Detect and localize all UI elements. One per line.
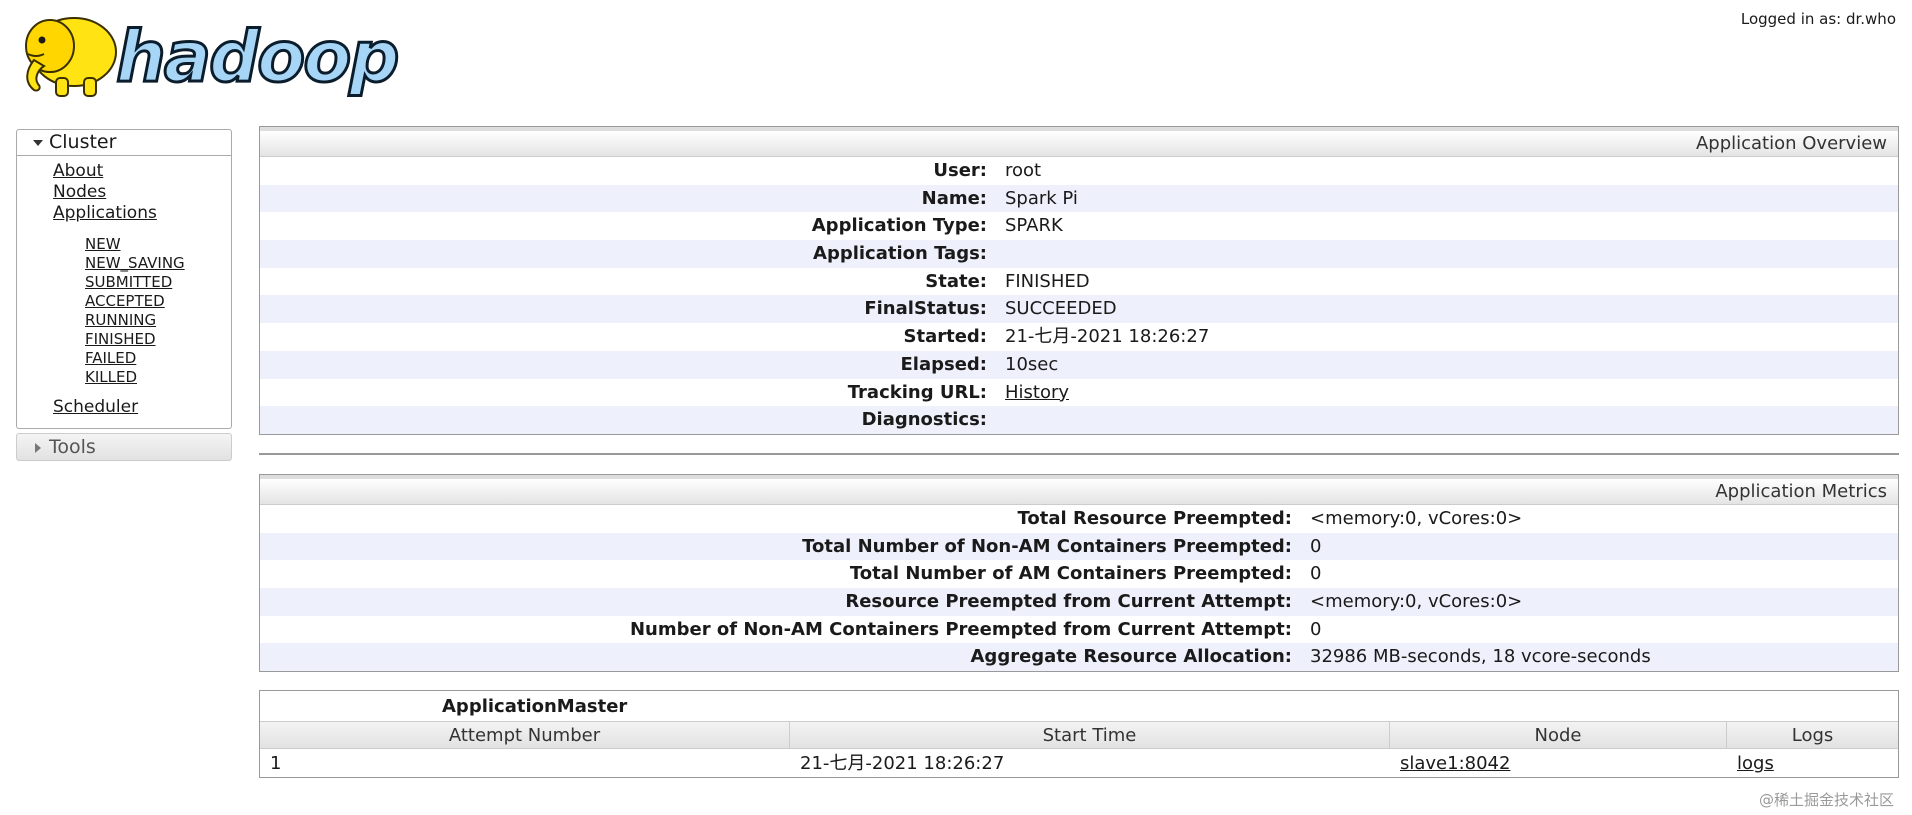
info-row: Name: Spark Pi (260, 184, 1898, 213)
sidebar-link-about[interactable]: About (53, 161, 231, 182)
logs-link[interactable]: logs (1737, 753, 1774, 774)
metric-key: Total Number of AM Containers Preempted: (849, 563, 1292, 585)
info-key: User: (933, 160, 987, 181)
application-overview-title: Application Overview (260, 127, 1898, 157)
state-link-killed[interactable]: KILLED (85, 368, 231, 387)
col-logs[interactable]: Logs (1727, 722, 1898, 748)
info-key: Started: (903, 326, 988, 348)
info-key: Elapsed: (900, 353, 987, 375)
logo-wordmark: hadoop (114, 15, 400, 100)
tools-section[interactable]: Tools (16, 433, 232, 461)
info-value: History (1005, 379, 1069, 407)
overview-rows: User: root Name: Spark Pi Application Type… (260, 157, 1898, 434)
col-attempt-number[interactable]: Attempt Number (260, 722, 790, 748)
application-overview-panel: Application Overview User: root Name: Spar… (259, 126, 1899, 435)
node-link[interactable]: slave1:8042 (1400, 753, 1510, 774)
info-value: 21-七月-2021 18:26:27 (1005, 326, 1210, 348)
elephant-icon (25, 17, 117, 97)
state-link-new[interactable]: NEW (85, 235, 231, 254)
info-key: Application Type: (811, 215, 987, 237)
col-node[interactable]: Node (1390, 722, 1727, 748)
metric-row: Number of Non-AM Containers Preempted fr… (260, 616, 1898, 644)
sidebar-link-nodes[interactable]: Nodes (53, 182, 231, 203)
application-master-caption: ApplicationMaster (442, 696, 628, 717)
tools-label: Tools (49, 436, 96, 458)
metric-value: 0 (1310, 535, 1322, 557)
chevron-down-icon (33, 140, 43, 146)
cell-node: slave1:8042 (1390, 749, 1727, 777)
metric-row: Total Resource Preempted: <memory:0, vCor… (260, 505, 1898, 533)
watermark: @稀土掘金技术社区 (1754, 788, 1898, 811)
sidebar-link-scheduler[interactable]: Scheduler (53, 397, 231, 418)
sidebar: Cluster About Nodes Applications NEW NEW… (16, 129, 232, 461)
tracking-url-history-link[interactable]: History (1005, 382, 1069, 403)
info-key: Diagnostics: (861, 409, 987, 431)
metric-row: Resource Preempted from Current Attempt:… (260, 588, 1898, 616)
attempts-header: Attempt Number Start Time Node Logs (260, 721, 1898, 749)
metrics-rows: Total Resource Preempted: <memory:0, vCor… (260, 505, 1898, 672)
metric-row: Aggregate Resource Allocation: 32986 MB-s… (260, 643, 1898, 672)
metric-key: Resource Preempted from Current Attempt: (845, 591, 1292, 613)
metric-value: 32986 MB-seconds, 18 vcore-seconds (1310, 646, 1651, 668)
metric-key: Aggregate Resource Allocation: (970, 646, 1293, 668)
application-master-table: ApplicationMaster Attempt Number Start T… (259, 690, 1899, 778)
info-value: SUCCEEDED (1005, 298, 1117, 320)
application-metrics-panel: Application Metrics Total Resource Preem… (259, 474, 1899, 673)
state-link-accepted[interactable]: ACCEPTED (85, 292, 231, 311)
state-link-new-saving[interactable]: NEW_SAVING (85, 254, 231, 273)
state-link-finished[interactable]: FINISHED (85, 330, 231, 349)
hadoop-logo[interactable]: hadoop (16, 8, 401, 100)
sidebar-link-applications[interactable]: Applications (53, 203, 231, 224)
info-value: FINISHED (1005, 270, 1090, 292)
metric-row: Total Number of Non-AM Containers Preemp… (260, 532, 1898, 561)
table-row: 1 21-七月-2021 18:26:27 slave1:8042 logs (260, 749, 1898, 777)
metric-value: 0 (1310, 618, 1322, 640)
cluster-links: About Nodes Applications NEW NEW_SAVING … (17, 156, 231, 428)
metric-key: Number of Non-AM Containers Preempted fr… (629, 618, 1292, 640)
info-row: Tracking URL: History (260, 379, 1898, 407)
metric-key: Total Number of Non-AM Containers Preemp… (802, 535, 1292, 557)
section-divider (259, 453, 1899, 455)
info-row: Diagnostics: (260, 406, 1898, 434)
metric-value: <memory:0, vCores:0> (1310, 508, 1523, 529)
info-key: State: (925, 270, 987, 292)
metric-key: Total Resource Preempted: (1017, 508, 1292, 529)
info-row: User: root (260, 157, 1898, 185)
state-link-running[interactable]: RUNNING (85, 311, 231, 330)
application-state-links: NEW NEW_SAVING SUBMITTED ACCEPTED RUNNIN… (53, 224, 231, 397)
info-key: FinalStatus: (864, 298, 987, 320)
info-row: Elapsed: 10sec (260, 350, 1898, 379)
chevron-right-icon (35, 443, 41, 453)
cell-attempt-number: 1 (270, 753, 282, 774)
cell-logs: logs (1727, 749, 1898, 777)
header: hadoop Logged in as: dr.who (0, 0, 1912, 110)
info-key: Tracking URL: (847, 381, 987, 403)
cluster-header[interactable]: Cluster (17, 130, 231, 156)
cluster-section: Cluster About Nodes Applications NEW NEW… (16, 129, 232, 429)
info-row: Application Type: SPARK (260, 212, 1898, 240)
cluster-label: Cluster (49, 131, 117, 153)
metric-row: Total Number of AM Containers Preempted:… (260, 560, 1898, 588)
info-key: Name: (921, 187, 987, 209)
application-metrics-title: Application Metrics (260, 475, 1898, 505)
cell-start-time: 21-七月-2021 18:26:27 (800, 753, 1005, 774)
info-row: Application Tags: (260, 240, 1898, 268)
info-value: Spark Pi (1005, 187, 1078, 209)
info-value: SPARK (1005, 215, 1063, 237)
col-start-time[interactable]: Start Time (790, 722, 1390, 748)
state-link-failed[interactable]: FAILED (85, 349, 231, 368)
info-row: Started: 21-七月-2021 18:26:27 (260, 323, 1898, 351)
info-row: State: FINISHED (260, 268, 1898, 296)
info-row: FinalStatus: SUCCEEDED (260, 295, 1898, 324)
info-key: Application Tags: (813, 243, 987, 265)
metric-value: <memory:0, vCores:0> (1310, 591, 1523, 613)
info-value: 10sec (1005, 353, 1059, 375)
metric-value: 0 (1310, 563, 1322, 585)
info-value: root (1005, 160, 1042, 181)
logged-in-user: Logged in as: dr.who (1740, 10, 1896, 28)
state-link-submitted[interactable]: SUBMITTED (85, 273, 231, 292)
